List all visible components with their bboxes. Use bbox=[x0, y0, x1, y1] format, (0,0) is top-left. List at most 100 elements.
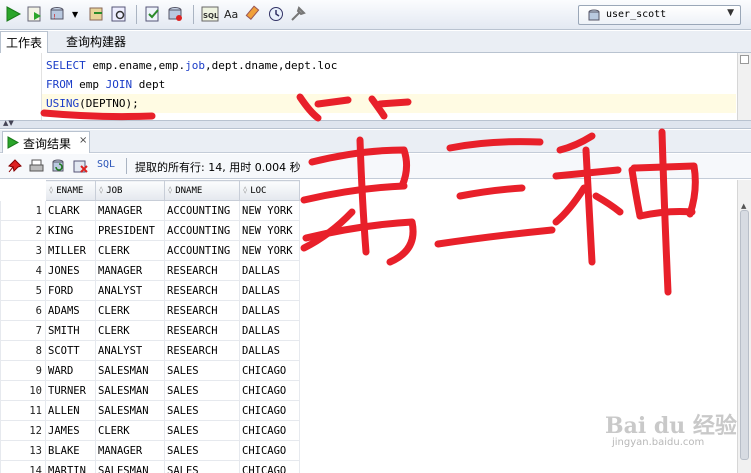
table-cell[interactable]: SALES bbox=[164, 420, 240, 441]
print-icon[interactable] bbox=[28, 158, 45, 175]
connection-selector[interactable]: user_scott ▼ bbox=[578, 5, 741, 25]
chevron-down-icon[interactable]: ▼ bbox=[72, 10, 80, 28]
tab-query-result[interactable]: 查询结果 × bbox=[2, 131, 90, 153]
table-cell[interactable]: SALESMAN bbox=[95, 360, 165, 381]
table-cell[interactable]: SALES bbox=[164, 360, 240, 381]
table-cell[interactable]: CHICAGO bbox=[239, 460, 300, 473]
table-row[interactable]: 2 KING PRESIDENT ACCOUNTING NEW YORK bbox=[0, 220, 300, 241]
tab-worksheet[interactable]: 工作表 bbox=[0, 31, 49, 53]
scroll-up-icon[interactable]: ▲ bbox=[741, 202, 746, 210]
table-cell[interactable]: SALESMAN bbox=[95, 380, 165, 401]
table-cell[interactable]: SMITH bbox=[45, 320, 96, 341]
table-cell[interactable]: SALESMAN bbox=[95, 460, 165, 473]
tools-icon[interactable] bbox=[289, 5, 307, 23]
table-cell[interactable]: CLERK bbox=[95, 420, 165, 441]
table-cell[interactable]: NEW YORK bbox=[239, 200, 300, 221]
table-cell[interactable]: SCOTT bbox=[45, 340, 96, 361]
code-line-3[interactable]: USING(DEPTNO); bbox=[46, 94, 139, 113]
table-cell[interactable]: ACCOUNTING bbox=[164, 200, 240, 221]
refresh-icon[interactable] bbox=[50, 158, 67, 175]
explain-plan-icon[interactable] bbox=[110, 5, 128, 23]
table-cell[interactable]: SALESMAN bbox=[95, 400, 165, 421]
eraser-icon[interactable] bbox=[245, 5, 263, 23]
scrollbar-thumb[interactable] bbox=[740, 210, 749, 460]
collapse-up-icon[interactable]: ▲▼ bbox=[3, 119, 14, 127]
table-cell[interactable]: RESEARCH bbox=[164, 280, 240, 301]
table-cell[interactable]: ANALYST bbox=[95, 280, 165, 301]
table-cell[interactable]: CHICAGO bbox=[239, 360, 300, 381]
column-header-ename[interactable]: ◊ ENAME bbox=[45, 180, 96, 201]
table-cell[interactable]: ACCOUNTING bbox=[164, 220, 240, 241]
code-line-1[interactable]: SELECT emp.ename,emp.job,dept.dname,dept… bbox=[46, 56, 337, 75]
table-cell[interactable]: SALES bbox=[164, 440, 240, 461]
table-cell[interactable]: MANAGER bbox=[95, 440, 165, 461]
table-row[interactable]: 1 CLARK MANAGER ACCOUNTING NEW YORK bbox=[0, 200, 300, 221]
table-cell[interactable]: CHICAGO bbox=[239, 440, 300, 461]
table-row[interactable]: 11 ALLEN SALESMAN SALES CHICAGO bbox=[0, 400, 300, 421]
sql-tuning-icon[interactable] bbox=[166, 5, 184, 23]
table-cell[interactable]: RESEARCH bbox=[164, 260, 240, 281]
table-row[interactable]: 3 MILLER CLERK ACCOUNTING NEW YORK bbox=[0, 240, 300, 261]
table-cell[interactable]: RESEARCH bbox=[164, 320, 240, 341]
table-cell[interactable]: CLERK bbox=[95, 320, 165, 341]
autotrace-icon[interactable] bbox=[144, 5, 162, 23]
table-cell[interactable]: RESEARCH bbox=[164, 300, 240, 321]
editor-scrollbar[interactable] bbox=[737, 53, 751, 120]
results-scrollbar[interactable]: ▲ bbox=[737, 180, 751, 473]
table-cell[interactable]: ADAMS bbox=[45, 300, 96, 321]
column-header-job[interactable]: ◊ JOB bbox=[95, 180, 165, 201]
table-cell[interactable]: NEW YORK bbox=[239, 240, 300, 261]
table-cell[interactable]: PRESIDENT bbox=[95, 220, 165, 241]
table-cell[interactable]: WARD bbox=[45, 360, 96, 381]
table-cell[interactable]: ACCOUNTING bbox=[164, 240, 240, 261]
table-cell[interactable]: KING bbox=[45, 220, 96, 241]
table-cell[interactable]: SALES bbox=[164, 400, 240, 421]
table-cell[interactable]: CLERK bbox=[95, 300, 165, 321]
table-row[interactable]: 12 JAMES CLERK SALES CHICAGO bbox=[0, 420, 300, 441]
table-cell[interactable]: DALLAS bbox=[239, 280, 300, 301]
sql-link[interactable]: SQL bbox=[97, 159, 115, 170]
table-cell[interactable]: CLERK bbox=[95, 240, 165, 261]
table-cell[interactable]: BLAKE bbox=[45, 440, 96, 461]
delete-icon[interactable] bbox=[72, 158, 89, 175]
close-icon[interactable]: × bbox=[79, 135, 87, 146]
history-icon[interactable] bbox=[267, 5, 285, 23]
table-row[interactable]: 8 SCOTT ANALYST RESEARCH DALLAS bbox=[0, 340, 300, 361]
column-header-dname[interactable]: ◊ DNAME bbox=[164, 180, 240, 201]
table-cell[interactable]: FORD bbox=[45, 280, 96, 301]
table-row[interactable]: 14 MARTIN SALESMAN SALES CHICAGO bbox=[0, 460, 300, 473]
table-cell[interactable]: JAMES bbox=[45, 420, 96, 441]
sql-worksheet-icon[interactable]: SQL bbox=[201, 5, 219, 23]
commit-icon[interactable]: ! bbox=[48, 5, 66, 23]
table-row[interactable]: 6 ADAMS CLERK RESEARCH DALLAS bbox=[0, 300, 300, 321]
pane-splitter[interactable]: ▲▼ bbox=[0, 119, 751, 129]
table-cell[interactable]: JONES bbox=[45, 260, 96, 281]
table-cell[interactable]: CLARK bbox=[45, 200, 96, 221]
tab-query-builder[interactable]: 查询构建器 bbox=[61, 31, 131, 53]
table-cell[interactable]: CHICAGO bbox=[239, 420, 300, 441]
table-cell[interactable]: SALES bbox=[164, 380, 240, 401]
table-cell[interactable]: DALLAS bbox=[239, 340, 300, 361]
table-cell[interactable]: MANAGER bbox=[95, 200, 165, 221]
table-cell[interactable]: ALLEN bbox=[45, 400, 96, 421]
rollback-icon[interactable] bbox=[88, 5, 106, 23]
table-row[interactable]: 4 JONES MANAGER RESEARCH DALLAS bbox=[0, 260, 300, 281]
table-cell[interactable]: SALES bbox=[164, 460, 240, 473]
table-cell[interactable]: CHICAGO bbox=[239, 380, 300, 401]
table-cell[interactable]: DALLAS bbox=[239, 300, 300, 321]
table-cell[interactable]: RESEARCH bbox=[164, 340, 240, 361]
case-toggle-icon[interactable]: Aa bbox=[223, 5, 241, 23]
column-header-loc[interactable]: ◊ LOC bbox=[239, 180, 300, 201]
table-row[interactable]: 5 FORD ANALYST RESEARCH DALLAS bbox=[0, 280, 300, 301]
table-cell[interactable]: MANAGER bbox=[95, 260, 165, 281]
table-cell[interactable]: TURNER bbox=[45, 380, 96, 401]
run-statement-icon[interactable] bbox=[4, 5, 22, 23]
table-row[interactable]: 9 WARD SALESMAN SALES CHICAGO bbox=[0, 360, 300, 381]
table-cell[interactable]: ANALYST bbox=[95, 340, 165, 361]
table-cell[interactable]: CHICAGO bbox=[239, 400, 300, 421]
table-cell[interactable]: MARTIN bbox=[45, 460, 96, 473]
table-cell[interactable]: NEW YORK bbox=[239, 220, 300, 241]
table-row[interactable]: 10 TURNER SALESMAN SALES CHICAGO bbox=[0, 380, 300, 401]
table-row[interactable]: 7 SMITH CLERK RESEARCH DALLAS bbox=[0, 320, 300, 341]
table-cell[interactable]: MILLER bbox=[45, 240, 96, 261]
